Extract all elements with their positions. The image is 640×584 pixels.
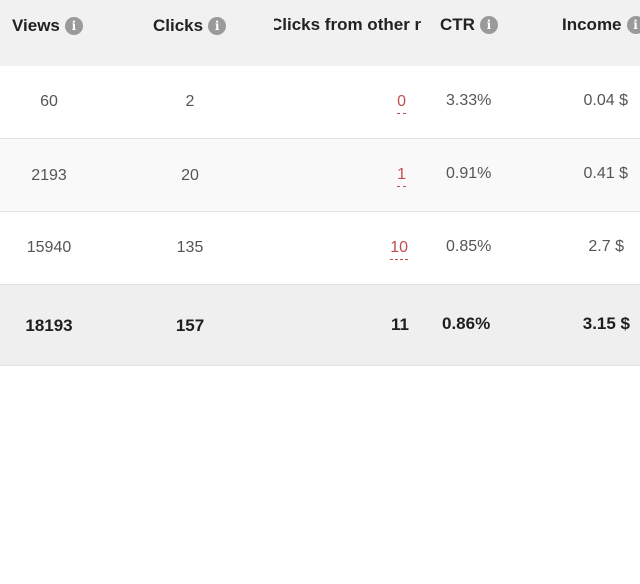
cell-income: 0.41 $ [583,165,628,182]
cell-clicks: 20 [181,167,199,184]
table-row: 60 2 0 3.33% 0.04 $ [0,66,640,138]
total-row: 18193 157 11 0.86% 3.15 $ [0,285,640,365]
header-ctr[interactable]: CTR i [440,15,498,35]
table-bottom-border [0,365,640,366]
info-icon[interactable]: i [208,16,227,35]
info-icon[interactable]: i [626,15,640,34]
total-clicks: 157 [175,316,205,335]
total-views: 18193 [25,316,73,335]
header-income[interactable]: Income i [562,15,640,37]
info-icon[interactable]: i [479,15,498,34]
info-icon[interactable]: i [64,16,83,35]
cell-clicks-other: 10 [330,238,408,260]
total-income: 3.15 $ [582,314,630,333]
header-income-label: Income [562,15,622,34]
cell-views: 2193 [31,167,67,184]
cell-ctr: 0.91% [446,165,492,182]
cell-ctr: 3.33% [446,92,492,109]
cell-clicks-other: 0 [330,92,406,114]
header-views-label: Views [12,16,60,35]
cell-views: 60 [40,93,58,110]
table-row: 15940 135 10 0.85% 2.7 $ [0,212,640,284]
cell-clicks-other: 1 [330,165,406,187]
table-row: 2193 20 1 0.91% 0.41 $ [0,139,640,211]
header-views[interactable]: Views i [12,16,83,36]
cell-clicks: 2 [185,93,195,110]
clicks-other-link[interactable]: 0 [397,93,406,114]
cell-income: 2.7 $ [588,238,624,255]
cell-views: 15940 [26,239,72,256]
header-clicks-label: Clicks [153,16,204,35]
clicks-other-link[interactable]: 10 [390,239,408,260]
clicks-other-link[interactable]: 1 [397,166,406,187]
header-clicks-other-label: Clicks from other r [274,15,422,34]
header-ctr-label: CTR [440,15,475,34]
cell-income: 0.04 $ [583,92,628,109]
cell-ctr: 0.85% [446,238,492,255]
header-clicks[interactable]: Clicks i [153,16,227,36]
header-clicks-other[interactable]: Clicks from other r [274,15,434,37]
total-ctr: 0.86% [442,314,491,333]
cell-clicks: 135 [176,239,204,256]
total-clicks-other: 11 [391,315,409,334]
